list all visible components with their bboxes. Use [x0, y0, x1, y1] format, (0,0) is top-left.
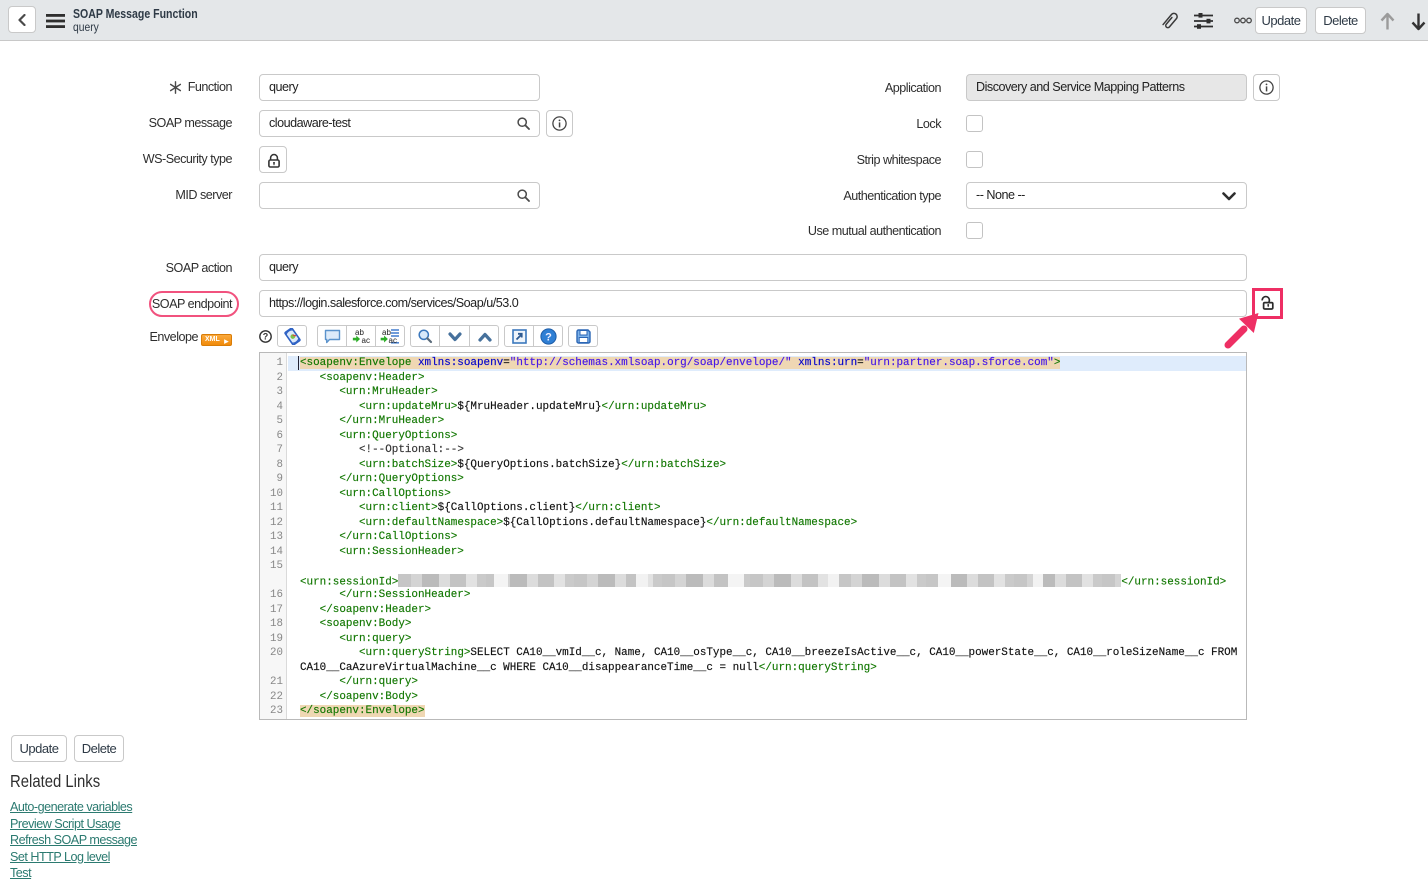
- svg-text:?: ?: [545, 331, 552, 343]
- svg-text:ac: ac: [389, 336, 397, 345]
- svg-text:ac: ac: [362, 336, 370, 345]
- svg-text:?: ?: [263, 332, 269, 342]
